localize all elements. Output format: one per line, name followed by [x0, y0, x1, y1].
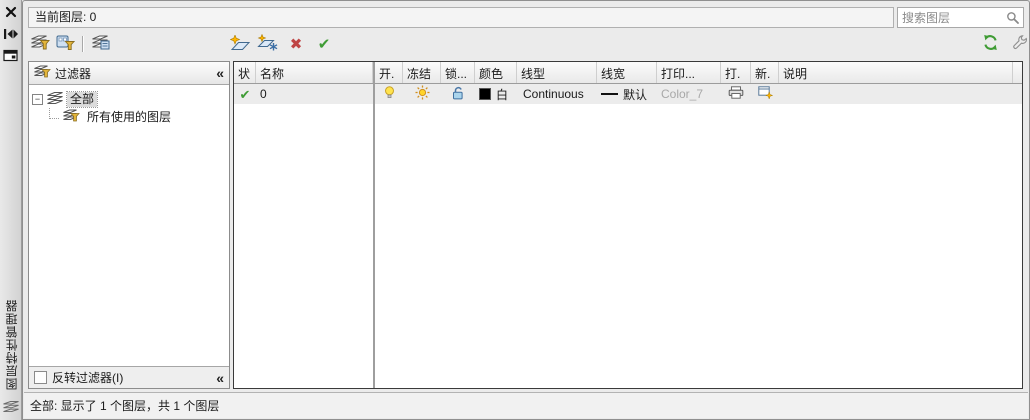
palette-body: 当前图层: 0 搜索图层 ✖ ✔ 过滤器 « − 全部 所有使用的图层 反转过滤…: [22, 0, 1030, 420]
status-bar: 全部: 显示了 1 个图层，共 1 个图层: [24, 392, 1028, 418]
filter-all-label[interactable]: 全部: [65, 90, 99, 108]
layer-lock-toggle[interactable]: [441, 84, 475, 104]
column-header-name[interactable]: 名称: [256, 62, 373, 83]
layer-list: 状 名称 开. 冻结 锁... 颜色 线型 线宽 打印... 打. 新. 说明 …: [233, 61, 1023, 389]
filters-panel-title: 过滤器: [55, 66, 92, 81]
column-header-plot-style[interactable]: 打印...: [657, 62, 721, 83]
tree-expand-icon[interactable]: −: [32, 93, 43, 105]
new-property-filter-button[interactable]: [29, 34, 51, 54]
toolbar-utility-group: [979, 34, 1030, 54]
column-header-freeze[interactable]: 冻结: [403, 62, 441, 83]
close-icon: [5, 6, 17, 21]
new-group-filter-icon: [56, 35, 75, 53]
delete-layer-button[interactable]: ✖: [285, 34, 307, 54]
new-layer-icon: [229, 33, 251, 54]
filter-icon: [34, 65, 51, 81]
layers-stack-icon: [47, 91, 63, 107]
color-name: 白: [496, 87, 509, 102]
layer-name-cell[interactable]: 0: [256, 84, 373, 104]
column-header-new-vp[interactable]: 新.: [751, 62, 779, 83]
layers-grip-icon: [3, 401, 19, 415]
wrench-icon: [1011, 34, 1028, 54]
toolbar-layer-actions: ✖ ✔: [229, 33, 335, 54]
close-button[interactable]: [2, 4, 20, 22]
color-swatch: [479, 88, 491, 100]
search-layer-box[interactable]: [897, 7, 1024, 28]
refresh-button[interactable]: [979, 34, 1001, 54]
layer-status-cell: ✔: [234, 84, 256, 104]
layer-lineweight-cell[interactable]: 默认: [597, 84, 657, 104]
refresh-icon: [982, 34, 999, 54]
unlock-icon: [452, 86, 465, 103]
sun-icon: [415, 85, 430, 103]
frozen-pane-divider[interactable]: [373, 62, 375, 388]
row-spacer: [1013, 84, 1022, 104]
layer-plot-toggle[interactable]: [721, 84, 751, 104]
layer-color-cell[interactable]: 白: [475, 84, 517, 104]
filters-panel-header: 过滤器 «: [29, 62, 229, 85]
properties-menu-button[interactable]: [2, 48, 20, 66]
lineweight-sample: [601, 93, 618, 95]
current-layer-check-icon: ✔: [239, 86, 251, 102]
settings-button[interactable]: [1008, 34, 1030, 54]
layer-new-vp-freeze-toggle[interactable]: [751, 84, 779, 104]
filter-tree: − 全部 所有使用的图层: [29, 85, 229, 366]
layer-description-cell[interactable]: [779, 84, 1013, 104]
search-icon: [1006, 11, 1020, 25]
layer-on-toggle[interactable]: [375, 84, 403, 104]
column-header-plot[interactable]: 打.: [721, 62, 751, 83]
current-layer-readout: 当前图层: 0: [28, 7, 894, 28]
layer-freeze-toggle[interactable]: [403, 84, 441, 104]
invert-filter-label[interactable]: 反转过滤器(I): [52, 369, 123, 386]
delete-layer-icon: ✖: [289, 35, 303, 53]
collapse-invert-button[interactable]: «: [216, 371, 224, 385]
search-input[interactable]: [898, 10, 1006, 25]
collapse-filters-button[interactable]: «: [216, 66, 224, 80]
lightbulb-icon: [384, 86, 395, 102]
column-header-linetype[interactable]: 线型: [517, 62, 597, 83]
column-header-lock[interactable]: 锁...: [441, 62, 475, 83]
filters-panel: 过滤器 « − 全部 所有使用的图层 反转过滤器(I) «: [28, 61, 230, 389]
lineweight-label: 默认: [623, 87, 648, 102]
filter-tree-item-all-used[interactable]: 所有使用的图层: [32, 107, 226, 126]
new-layer-vp-frozen-button[interactable]: [257, 33, 279, 54]
new-property-filter-icon: [30, 35, 50, 53]
layer-list-header: 状 名称 开. 冻结 锁... 颜色 线型 线宽 打印... 打. 新. 说明: [234, 62, 1022, 84]
new-layer-vp-frozen-icon: [257, 33, 279, 54]
invert-filter-checkbox[interactable]: [34, 371, 47, 384]
set-current-layer-button[interactable]: ✔: [313, 34, 335, 54]
palette-vertical-title: 图层特性管理器: [5, 299, 19, 390]
filter-all-used-label[interactable]: 所有使用的图层: [84, 110, 174, 125]
layer-plot-style-cell: Color_7: [661, 87, 704, 101]
palette-title-strip[interactable]: 图层特性管理器: [0, 0, 22, 420]
printer-icon: [728, 86, 744, 102]
layer-properties-manager-palette: 图层特性管理器 当前图层: 0 搜索图层 ✖ ✔ 过滤器 « − 全部 所有使用…: [0, 0, 1030, 420]
layer-row-0[interactable]: ✔ 0 白 Continuous 默认 Color_7: [234, 84, 1022, 104]
status-text: 全部: 显示了 1 个图层，共 1 个图层: [30, 399, 220, 413]
layer-filter-icon: [63, 109, 80, 125]
properties-menu-icon: [3, 49, 18, 65]
new-vp-freeze-icon: [757, 85, 773, 103]
new-group-filter-button[interactable]: [54, 34, 76, 54]
toolbar-separator: [82, 36, 84, 52]
column-header-color[interactable]: 颜色: [475, 62, 517, 83]
invert-filter-row: 反转过滤器(I) «: [29, 366, 229, 388]
layer-states-manager-button[interactable]: [90, 34, 112, 54]
auto-hide-icon: [2, 27, 19, 44]
column-header-description[interactable]: 说明: [779, 62, 1013, 83]
toolbar-filter-group: [29, 34, 112, 54]
set-current-icon: ✔: [317, 35, 331, 53]
column-header-status[interactable]: 状: [234, 62, 256, 83]
auto-hide-button[interactable]: [2, 26, 20, 44]
layer-states-manager-icon: [92, 35, 110, 53]
column-header-lineweight[interactable]: 线宽: [597, 62, 657, 83]
tree-connector: [49, 107, 59, 119]
filter-tree-item-all[interactable]: − 全部: [32, 90, 226, 108]
column-header-on[interactable]: 开.: [375, 62, 403, 83]
column-header-spacer: [1013, 62, 1022, 83]
layer-linetype-cell[interactable]: Continuous: [517, 84, 597, 104]
new-layer-button[interactable]: [229, 33, 251, 54]
